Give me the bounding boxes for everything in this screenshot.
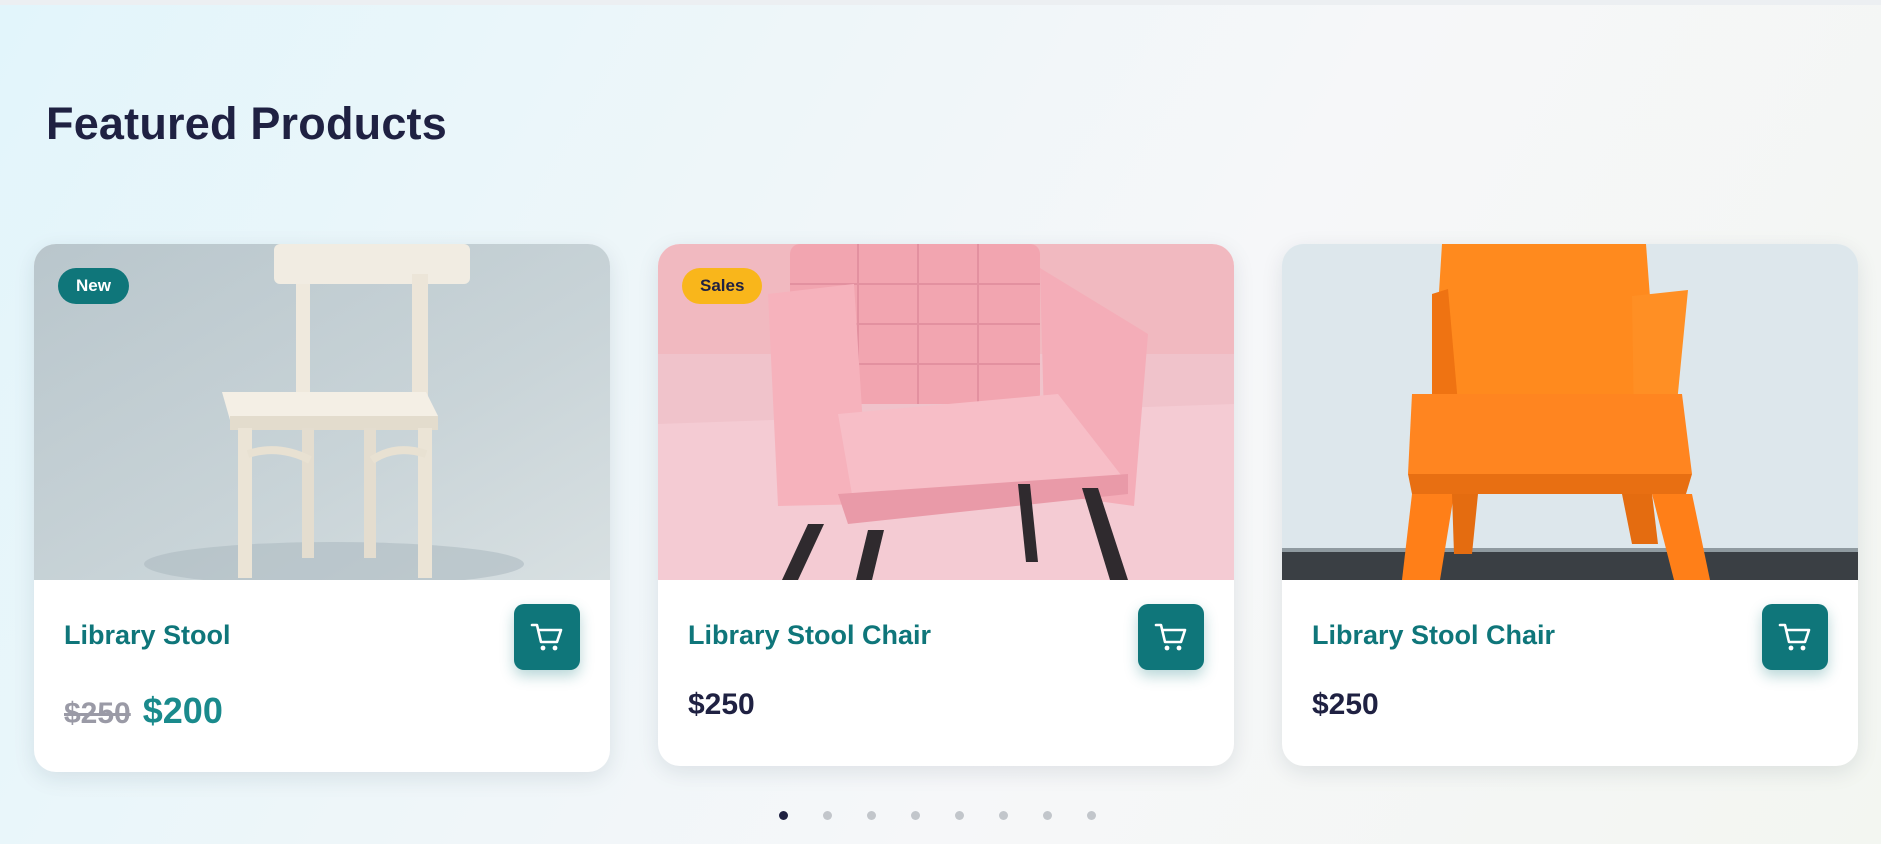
- top-strip: [0, 0, 1881, 5]
- section-title: Featured Products: [46, 98, 447, 149]
- carousel-dot[interactable]: [867, 811, 876, 820]
- cart-icon: [530, 623, 563, 651]
- product-card[interactable]: Sales Library Stool Chair $250: [658, 244, 1234, 766]
- old-price: $250: [64, 697, 131, 730]
- price-row: $250 $200: [64, 690, 223, 732]
- carousel-dot[interactable]: [779, 811, 788, 820]
- cart-icon: [1154, 623, 1187, 651]
- sale-price: $200: [142, 690, 223, 731]
- product-name[interactable]: Library Stool Chair: [688, 620, 931, 651]
- price: $250: [1312, 688, 1379, 721]
- add-to-cart-button[interactable]: [514, 604, 580, 670]
- price-row: $250: [688, 688, 755, 722]
- carousel-dot[interactable]: [1043, 811, 1052, 820]
- badge-new: New: [58, 268, 129, 304]
- add-to-cart-button[interactable]: [1138, 604, 1204, 670]
- cart-icon: [1778, 623, 1811, 651]
- carousel-dot[interactable]: [823, 811, 832, 820]
- carousel-dots: [779, 811, 1096, 820]
- product-card[interactable]: New Library Stool $250 $200: [34, 244, 610, 772]
- carousel-dot[interactable]: [955, 811, 964, 820]
- product-image-pink-armchair[interactable]: Sales: [658, 244, 1234, 580]
- product-name[interactable]: Library Stool: [64, 620, 231, 651]
- carousel-dot[interactable]: [911, 811, 920, 820]
- product-card[interactable]: Library Stool Chair $250: [1282, 244, 1858, 766]
- carousel-dot[interactable]: [999, 811, 1008, 820]
- add-to-cart-button[interactable]: [1762, 604, 1828, 670]
- price: $250: [688, 688, 755, 721]
- carousel-dot[interactable]: [1087, 811, 1096, 820]
- badge-sales: Sales: [682, 268, 763, 304]
- product-image-orange-chair[interactable]: [1282, 244, 1858, 580]
- price-row: $250: [1312, 688, 1379, 722]
- product-name[interactable]: Library Stool Chair: [1312, 620, 1555, 651]
- product-image-white-chair[interactable]: New: [34, 244, 610, 580]
